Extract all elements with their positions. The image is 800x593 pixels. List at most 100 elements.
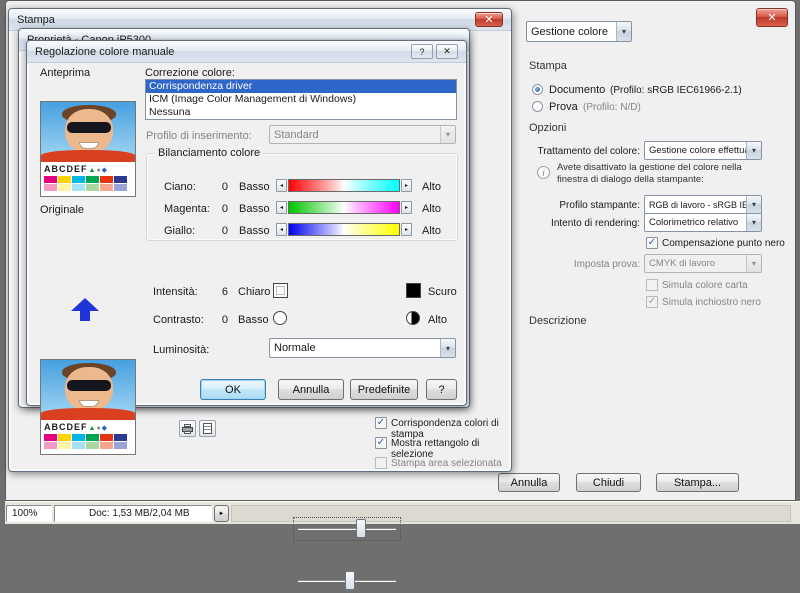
intensita-slider[interactable] <box>293 517 401 541</box>
close-button[interactable]: ✕ <box>756 8 788 27</box>
corrispondenza-checkbox[interactable]: ✓ <box>375 417 387 429</box>
dialog-titlebar[interactable]: Regolazione colore manuale ? ✕ <box>27 41 466 63</box>
list-item[interactable]: Corrispondenza driver <box>146 80 456 93</box>
dark-icon <box>406 283 421 298</box>
section-opzioni: Opzioni <box>529 122 566 134</box>
window-title: Stampa <box>17 14 55 26</box>
prova-radio[interactable] <box>532 101 543 112</box>
annulla-button[interactable]: Annulla <box>278 379 344 400</box>
predefinite-button[interactable]: Predefinite <box>350 379 418 400</box>
flyout-icon: ► <box>219 511 225 517</box>
section-stampa: Stampa <box>529 60 567 72</box>
rettangolo-checkbox[interactable]: ✓ <box>375 437 387 449</box>
triangle-icon: ▲ <box>89 425 96 432</box>
chevron-down-icon: ▾ <box>746 196 761 213</box>
giallo-slider[interactable] <box>288 223 400 236</box>
documento-label: Documento <box>549 84 605 96</box>
panel-select[interactable]: Gestione colore ▾ <box>526 21 632 42</box>
color-swatches <box>44 184 132 191</box>
profilo-inserimento-value: Standard <box>274 129 319 141</box>
list-item[interactable]: Nessuna <box>146 106 456 119</box>
page-icon <box>203 423 212 434</box>
annulla-button[interactable]: Annulla <box>498 473 560 492</box>
anteprima-label: Anteprima <box>40 67 90 79</box>
profilo-stampante-value: RGB di lavoro - sRGB IEC61966-2.1 <box>649 200 746 210</box>
light-icon <box>273 283 288 298</box>
doc-size-field: Doc: 1,53 MB/2,04 MB <box>54 505 212 522</box>
imposta-prova-select: CMYK di lavoro ▾ <box>644 254 762 273</box>
ciano-label: Ciano: <box>164 181 196 193</box>
contrast-high-icon <box>406 311 420 325</box>
simula-inchiostro-label: Simula inchiostro nero <box>662 297 761 308</box>
check-icon: ✓ <box>648 238 656 248</box>
status-flyout-button[interactable]: ► <box>214 505 229 522</box>
slider-thumb[interactable] <box>345 571 355 590</box>
list-item[interactable]: ICM (Image Color Management di Windows) <box>146 93 456 106</box>
luminosita-select[interactable]: Normale ▾ <box>269 338 456 358</box>
originale-label: Originale <box>40 204 84 216</box>
info-icon: i <box>537 166 550 179</box>
close-button[interactable]: ✕ <box>475 12 503 27</box>
compensazione-checkbox[interactable]: ✓ <box>646 237 658 249</box>
correzione-listbox[interactable]: Corrispondenza driver ICM (Image Color M… <box>145 79 457 120</box>
contrasto-high-label: Alto <box>428 314 447 326</box>
print-icon-button[interactable] <box>179 420 196 437</box>
left-arrow-icon[interactable]: ◂ <box>276 201 287 214</box>
ciano-low-label: Basso <box>239 181 270 193</box>
zoom-field[interactable]: 100% <box>6 505 52 522</box>
simula-inchiostro-checkbox: ✓ <box>646 296 658 308</box>
check-icon: ✓ <box>648 297 656 307</box>
luminosita-label: Luminosità: <box>153 344 209 356</box>
trattamento-select[interactable]: Gestione colore effettuata da Pho ▾ <box>644 141 762 160</box>
prova-label: Prova <box>549 101 578 113</box>
giallo-low-label: Basso <box>239 225 270 237</box>
right-arrow-icon[interactable]: ▸ <box>401 223 412 236</box>
help-button[interactable]: ? <box>426 379 457 400</box>
stampa-button[interactable]: Stampa... <box>656 473 739 492</box>
ok-button[interactable]: OK <box>200 379 266 400</box>
profilo-inserimento-select: Standard ▾ <box>269 125 456 144</box>
left-arrow-icon[interactable]: ◂ <box>276 179 287 192</box>
chevron-down-icon: ▾ <box>440 126 455 143</box>
intensita-label: Intensità: <box>153 286 198 298</box>
close-button[interactable]: ✕ <box>436 44 458 59</box>
profilo-inserimento-label: Profilo di inserimento: <box>146 130 252 142</box>
help-button[interactable]: ? <box>411 44 433 59</box>
chiudi-button[interactable]: Chiudi <box>576 473 641 492</box>
contrasto-label: Contrasto: <box>153 314 204 326</box>
profilo-stampante-select[interactable]: RGB di lavoro - sRGB IEC61966-2.1 ▾ <box>644 195 762 214</box>
left-arrow-icon[interactable]: ◂ <box>276 223 287 236</box>
slider-thumb[interactable] <box>356 519 366 538</box>
contrasto-slider[interactable] <box>293 569 401 593</box>
imposta-prova-label: Imposta prova: <box>526 259 640 270</box>
luminosita-value: Normale <box>274 342 316 354</box>
section-descrizione: Descrizione <box>529 315 586 327</box>
bilanciamento-label: Bilanciamento colore <box>155 147 263 159</box>
diamond-icon: ◆ <box>102 167 107 174</box>
chevron-down-icon: ▾ <box>440 339 455 357</box>
page-icon-button[interactable] <box>199 420 216 437</box>
ciano-value: 0 <box>210 181 228 193</box>
sample-text: ABCDEF <box>44 422 88 432</box>
documento-profile: (Profilo: sRGB IEC61966-2.1) <box>610 85 742 96</box>
check-icon: ✓ <box>377 418 385 428</box>
right-arrow-icon[interactable]: ▸ <box>401 179 412 192</box>
simula-carta-checkbox <box>646 279 658 291</box>
original-image: ABCDEF▲●◆ <box>40 359 136 455</box>
intento-select[interactable]: Colorimetrico relativo ▾ <box>644 213 762 232</box>
check-icon: ✓ <box>377 438 385 448</box>
giallo-value: 0 <box>210 225 228 237</box>
trattamento-label: Trattamento del colore: <box>504 146 640 157</box>
dialog-title: Regolazione colore manuale <box>35 46 174 58</box>
right-arrow-icon[interactable]: ▸ <box>401 201 412 214</box>
ciano-slider[interactable] <box>288 179 400 192</box>
doc-size-value: Doc: 1,53 MB/2,04 MB <box>55 506 190 521</box>
area-checkbox <box>375 457 387 469</box>
magenta-slider[interactable] <box>288 201 400 214</box>
documento-radio[interactable] <box>532 84 543 95</box>
intensita-low-label: Chiaro <box>238 286 270 298</box>
preview-image: ABCDEF▲●◆ <box>40 101 136 197</box>
sample-text: ABCDEF <box>44 164 88 174</box>
area-label: Stampa area selezionata <box>391 458 502 469</box>
triangle-icon: ▲ <box>89 167 96 174</box>
